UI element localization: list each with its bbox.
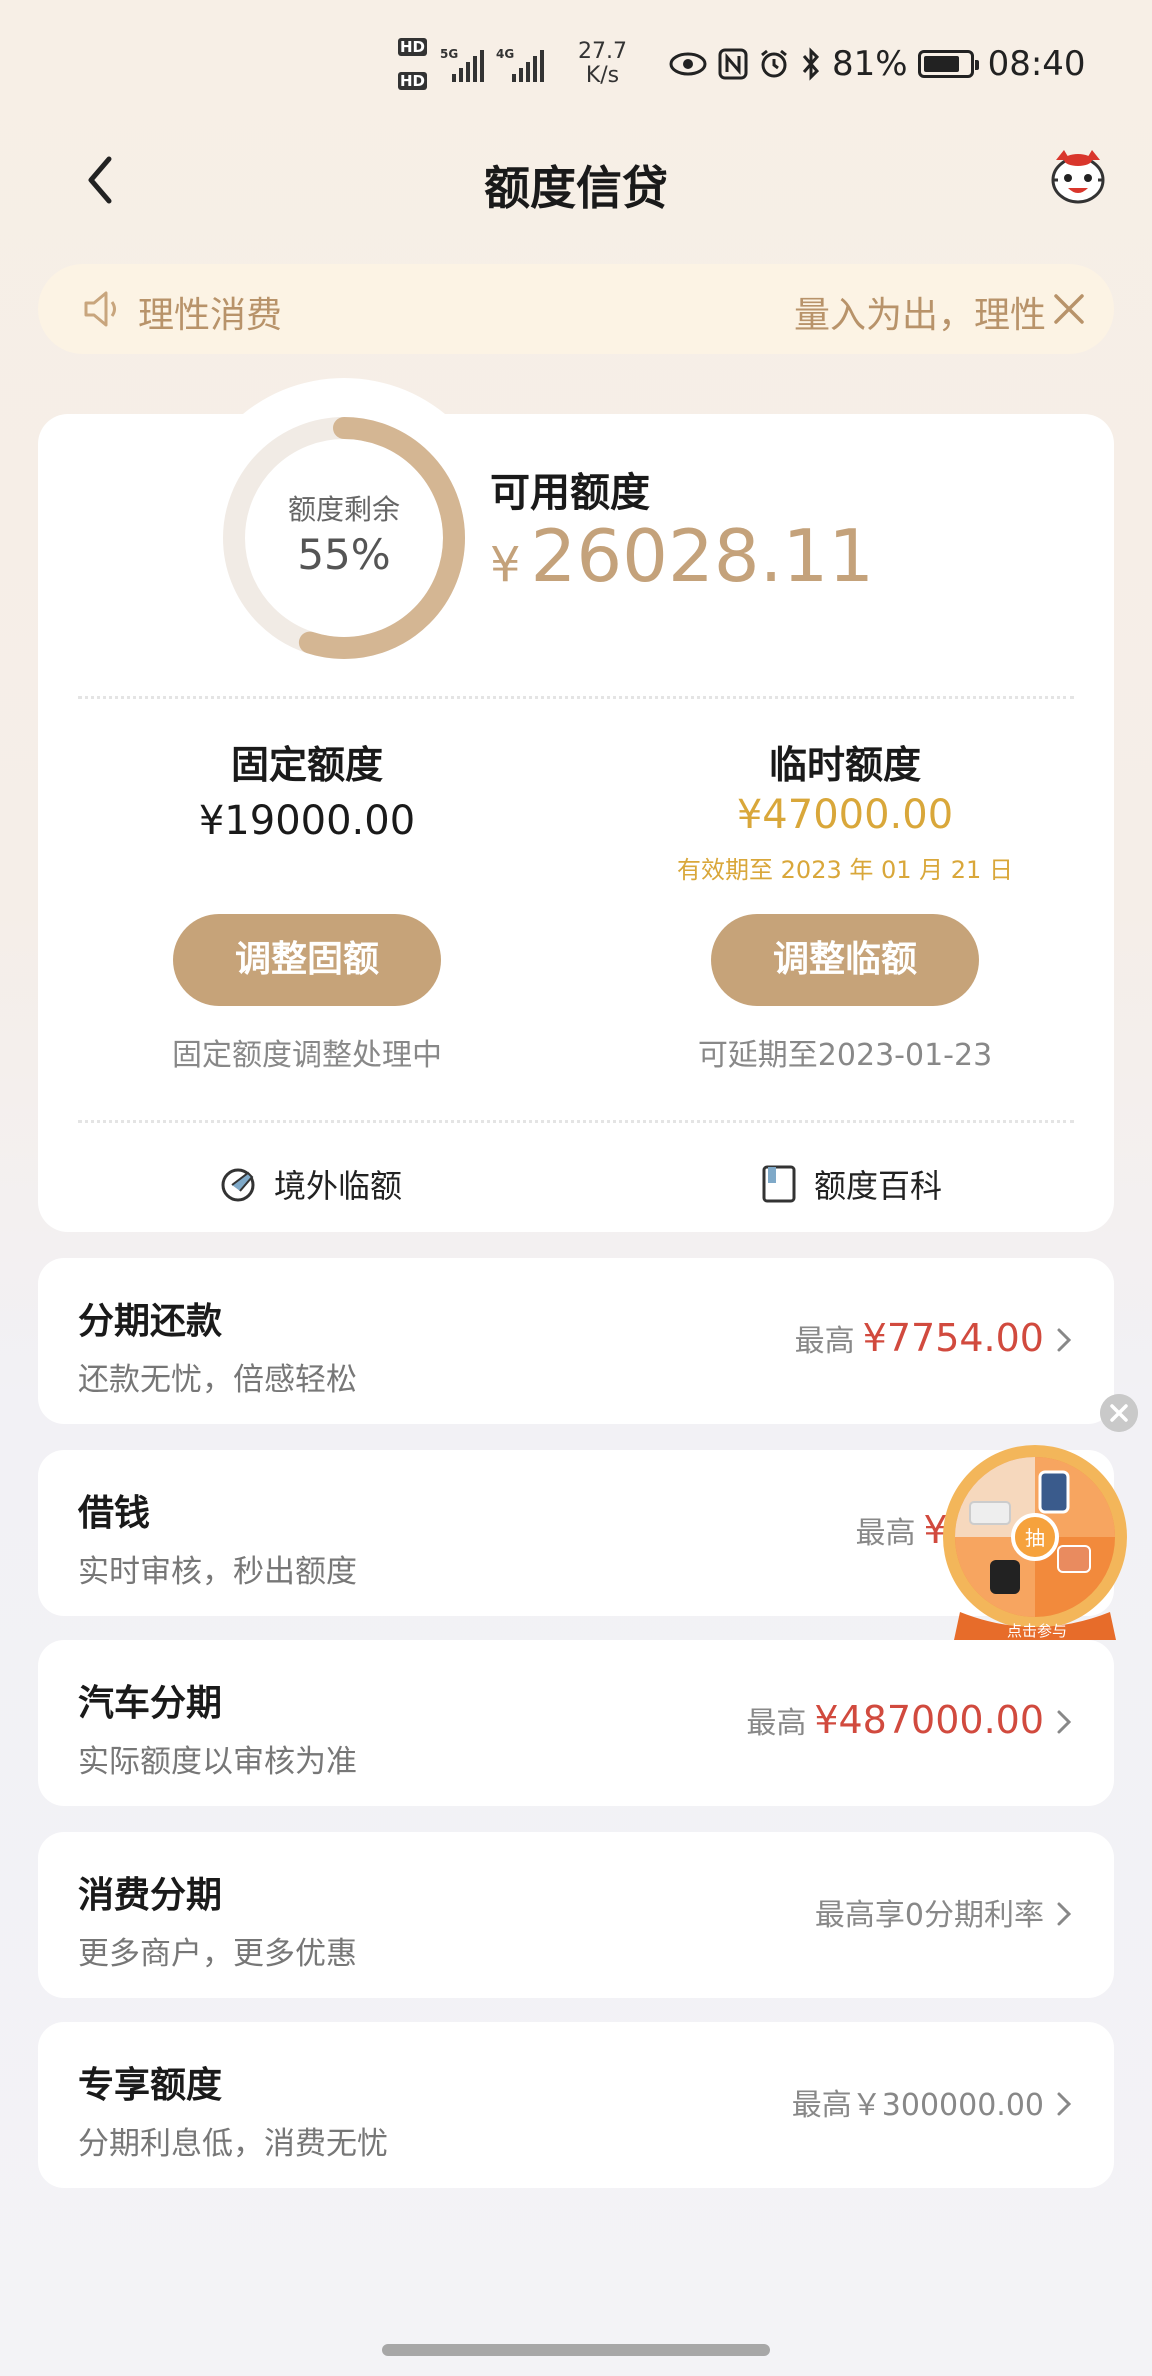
list-item-title: 专享额度 <box>78 2065 223 2106</box>
list-item-value: 最高 ¥7754.00 <box>795 1316 1044 1360</box>
battery-fill <box>923 56 960 72</box>
network-speed: 27.7 K/s <box>578 39 627 88</box>
nfc-icon <box>718 48 748 80</box>
network-indicators: HD HD 5G 4G 27.7 K/s <box>398 36 628 96</box>
max-amount-text: 最高￥300000.00 <box>791 2088 1044 2123</box>
list-item-subtitle: 还款无忧，倍感轻松 <box>78 1362 357 1398</box>
svg-text:4G: 4G <box>496 47 514 61</box>
list-item-consumer-installment[interactable]: 消费分期 更多商户，更多优惠 最高享0分期利率 <box>38 1832 1114 1998</box>
available-credit-value: 26028.11 <box>530 514 875 598</box>
overseas-temp-credit-link[interactable]: 境外临额 <box>218 1154 402 1214</box>
fixed-credit-title: 固定额度 <box>230 743 383 787</box>
list-item-title: 分期还款 <box>78 1301 223 1342</box>
close-icon[interactable] <box>1046 286 1092 332</box>
wheel-center-label: 抽 <box>1025 1526 1045 1550</box>
max-prefix: 最高 <box>746 1706 807 1741</box>
chevron-right-icon <box>1057 1328 1072 1352</box>
notice-text: 理性消费 <box>138 295 283 336</box>
available-credit-label: 可用额度 <box>490 470 650 516</box>
quick-link-label: 额度百科 <box>814 1167 943 1205</box>
max-prefix: 最高 <box>855 1516 916 1551</box>
list-item-value: 最高￥300000.00 <box>792 2080 1044 2124</box>
divider <box>78 1120 1074 1123</box>
max-amount: ¥7754.00 <box>862 1316 1044 1360</box>
list-item-title: 借钱 <box>78 1493 151 1534</box>
chevron-right-icon <box>1057 1710 1072 1734</box>
list-item-value: 最高享0分期利率 <box>815 1890 1044 1934</box>
notice-text-scroll: 量入为出，理性 <box>794 295 1047 336</box>
max-amount: ¥487000.00 <box>814 1698 1044 1742</box>
temp-credit-column: 临时额度 ¥47000.00 有效期至 2023 年 01 月 21 日 <box>576 734 1114 884</box>
list-item-car-installment[interactable]: 汽车分期 实际额度以审核为准 最高 ¥487000.00 <box>38 1640 1114 1806</box>
list-item-title: 汽车分期 <box>78 1683 223 1724</box>
lucky-wheel-label[interactable]: 点击参与 <box>962 1620 1112 1641</box>
currency-symbol: ¥ <box>490 537 521 593</box>
list-item-subtitle: 实时审核，秒出额度 <box>78 1554 357 1590</box>
close-float-icon[interactable] <box>1100 1394 1138 1432</box>
list-item-value: 最高 ¥487000.00 <box>746 1698 1044 1742</box>
clock: 08:40 <box>987 44 1086 84</box>
fixed-credit-note: 固定额度调整处理中 <box>172 1038 442 1073</box>
list-item-installment-repay[interactable]: 分期还款 还款无忧，倍感轻松 最高 ¥7754.00 <box>38 1258 1114 1424</box>
svg-text:5G: 5G <box>440 47 458 61</box>
list-item-subtitle: 实际额度以审核为准 <box>78 1744 357 1780</box>
nav-bar: 额度信贷 <box>0 130 1152 230</box>
book-icon <box>762 1165 796 1203</box>
list-item-exclusive-credit[interactable]: 专享额度 分期利息低，消费无忧 最高￥300000.00 <box>38 2022 1114 2188</box>
notice-banner: 理性消费 量入为出，理性 <box>38 264 1114 354</box>
status-right: 81% 08:40 <box>668 42 1086 86</box>
temp-credit-amount: ¥47000.00 <box>736 792 954 838</box>
home-indicator[interactable] <box>382 2344 770 2356</box>
speaker-icon <box>84 291 116 327</box>
credit-summary-card: 额度剩余 55% 可用额度 ¥ 26028.11 固定额度 ¥19000.00 … <box>38 378 1114 1232</box>
temp-credit-expiry: 有效期至 2023 年 01 月 21 日 <box>677 856 1013 884</box>
mascot-service-icon[interactable] <box>1046 146 1110 210</box>
bluetooth-icon <box>802 47 820 81</box>
temp-credit-title: 临时额度 <box>768 743 921 787</box>
battery-percent: 81% <box>832 44 908 84</box>
hd-badge-2: HD <box>398 72 428 90</box>
list-item-title: 消费分期 <box>78 1875 223 1916</box>
ring-value: 55% <box>297 530 391 579</box>
signal-icon: 5G 4G <box>440 47 544 82</box>
chevron-right-icon <box>1057 2092 1072 2116</box>
globe-plane-icon <box>221 1168 255 1202</box>
temp-credit-note: 可延期至2023-01-23 <box>697 1038 993 1073</box>
alarm-icon <box>761 49 787 78</box>
lucky-wheel-widget[interactable]: 抽 <box>940 1442 1130 1648</box>
battery-icon <box>917 50 979 78</box>
quick-link-label: 境外临额 <box>274 1167 403 1205</box>
page-title: 额度信贷 <box>484 161 668 215</box>
rate-text: 最高享0分期利率 <box>814 1898 1044 1933</box>
max-prefix: 最高 <box>794 1324 855 1359</box>
status-bar: HD HD 5G 4G 27.7 K/s 81% 08:40 <box>0 0 1152 130</box>
chevron-right-icon <box>1057 1902 1072 1926</box>
list-item-subtitle: 更多商户，更多优惠 <box>78 1936 357 1972</box>
fixed-credit-column: 固定额度 ¥19000.00 <box>38 734 576 850</box>
list-item-subtitle: 分期利息低，消费无忧 <box>78 2126 388 2162</box>
hd-badge-1: HD <box>398 38 428 56</box>
credit-wiki-link[interactable]: 额度百科 <box>758 1154 942 1214</box>
ring-label: 额度剩余 <box>287 493 400 526</box>
eye-icon <box>669 52 707 76</box>
adjust-temp-button[interactable]: 调整临额 <box>711 914 979 1006</box>
adjust-fixed-button[interactable]: 调整固额 <box>173 914 441 1006</box>
fixed-credit-amount: ¥19000.00 <box>198 798 416 844</box>
divider <box>78 696 1074 699</box>
available-credit-amount: ¥ 26028.11 <box>490 514 874 598</box>
